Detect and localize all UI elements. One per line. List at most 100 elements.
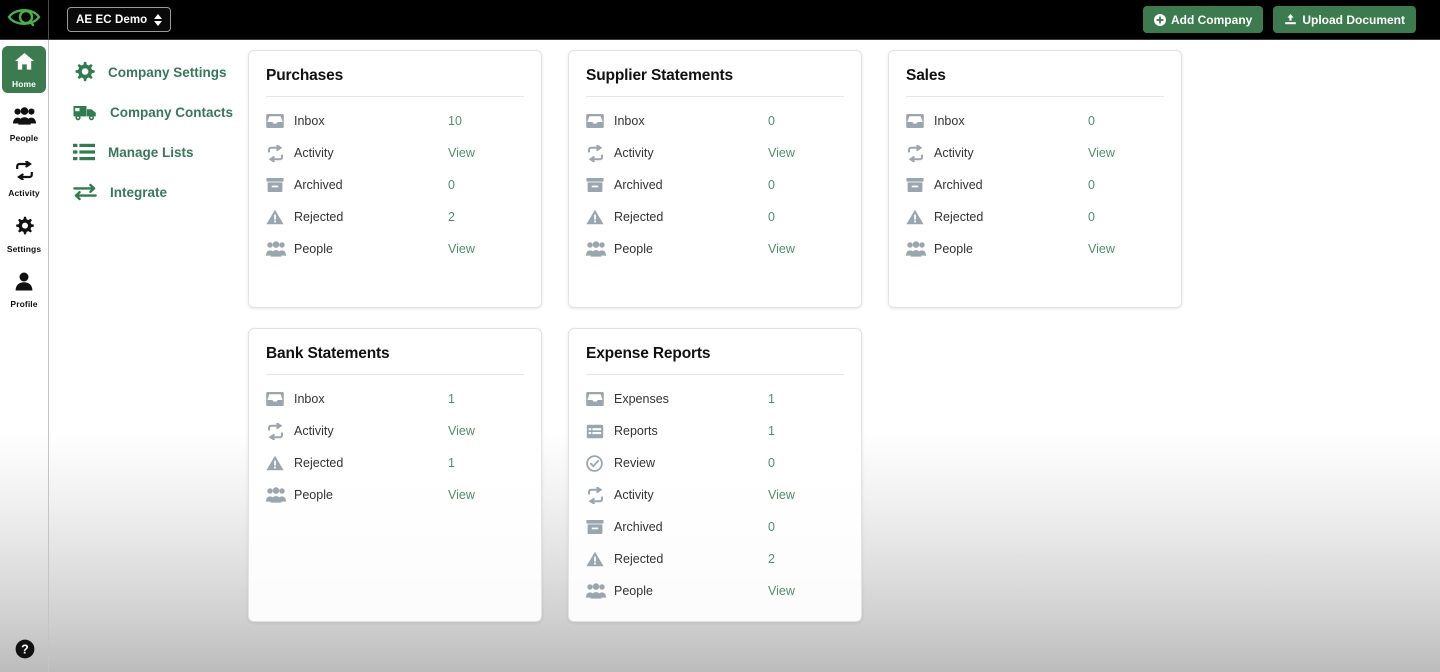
app-logo[interactable]: [0, 0, 49, 40]
card-row-item[interactable]: Inbox 1: [266, 383, 524, 415]
card-row-value[interactable]: View: [768, 488, 844, 502]
card-row-label: Archived: [614, 520, 663, 534]
card-row-item[interactable]: People View: [266, 479, 524, 511]
card-row-value[interactable]: View: [448, 242, 524, 256]
sidebar-item-profile-label: Profile: [10, 299, 38, 309]
chevron-updown-icon: [154, 13, 163, 26]
sidebar-item-home[interactable]: Home: [2, 46, 46, 93]
card-row-label: Inbox: [614, 114, 645, 128]
upload-document-label: Upload Document: [1302, 12, 1405, 27]
card-row-item[interactable]: Rejected 2: [586, 543, 844, 575]
sidebar-item-profile[interactable]: Profile: [2, 266, 46, 313]
check-circle-icon: [586, 454, 612, 472]
nav-item-company-contacts-label: Company Contacts: [110, 104, 234, 120]
card-row-item[interactable]: Rejected 0: [586, 201, 844, 233]
card-row-item[interactable]: People View: [586, 575, 844, 607]
inbox-icon: [266, 113, 292, 129]
card-row-value[interactable]: View: [1088, 146, 1164, 160]
card-row-item[interactable]: Activity View: [586, 479, 844, 511]
warning-icon: [906, 209, 932, 225]
card-row-value[interactable]: View: [448, 488, 524, 502]
card-row-label: People: [614, 242, 653, 256]
card-row-item[interactable]: Rejected 0: [906, 201, 1164, 233]
card-row-label: People: [934, 242, 973, 256]
card-row-item[interactable]: People View: [906, 233, 1164, 265]
card-row-item[interactable]: Activity View: [906, 137, 1164, 169]
nav-item-integrate[interactable]: Integrate: [73, 172, 238, 212]
inbox-icon: [586, 113, 612, 129]
card-row-label: Inbox: [294, 114, 325, 128]
card-row-item[interactable]: Inbox 10: [266, 105, 524, 137]
people-icon: [266, 241, 292, 257]
sidebar-item-people-label: People: [9, 133, 39, 143]
card-row-item[interactable]: Archived 0: [266, 169, 524, 201]
archive-icon: [586, 177, 612, 193]
nav-item-company-contacts[interactable]: Company Contacts: [73, 92, 238, 132]
sidebar-item-settings[interactable]: Settings: [2, 210, 46, 258]
card-row-label: Rejected: [294, 210, 344, 224]
card-row-label: Activity: [934, 146, 974, 160]
card-row-item[interactable]: Inbox 0: [906, 105, 1164, 137]
card-row-value: 1: [768, 424, 775, 438]
card-row-label: Review: [614, 456, 655, 470]
archive-icon: [586, 519, 612, 535]
card-title: Sales: [906, 67, 1164, 97]
card-row-value: 0: [1088, 210, 1095, 224]
card-supplier-statements: Supplier Statements Inbox 0 Activity Vie…: [568, 50, 862, 308]
sidebar-item-people[interactable]: People: [2, 101, 46, 147]
card-row-value: 0: [768, 520, 775, 534]
card-row-label: Activity: [614, 146, 654, 160]
card-row-item[interactable]: Activity View: [586, 137, 844, 169]
card-row-item[interactable]: Review 0: [586, 447, 844, 479]
card-row-item[interactable]: Reports 1: [586, 415, 844, 447]
left-icon-rail: Home People Activity Settings Profile ?: [0, 40, 49, 672]
card-row-label: People: [294, 488, 333, 502]
people-icon: [586, 241, 612, 257]
card-title: Supplier Statements: [586, 67, 844, 97]
upload-document-button[interactable]: Upload Document: [1273, 6, 1416, 33]
card-row-item[interactable]: Rejected 1: [266, 447, 524, 479]
warning-icon: [266, 455, 292, 471]
card-row-item[interactable]: Inbox 0: [586, 105, 844, 137]
card-row-item[interactable]: Archived 0: [586, 169, 844, 201]
card-row-value: 0: [1088, 178, 1095, 192]
card-row-value[interactable]: View: [448, 424, 524, 438]
card-row-item[interactable]: People View: [586, 233, 844, 265]
warning-icon: [586, 551, 612, 567]
card-sales: Sales Inbox 0 Activity View Archived 0 R…: [888, 50, 1182, 308]
gear-icon: [14, 216, 34, 241]
card-row-value[interactable]: View: [768, 242, 844, 256]
people-icon: [266, 487, 292, 503]
card-title: Expense Reports: [586, 345, 844, 375]
card-row-value[interactable]: View: [768, 146, 844, 160]
card-row-item[interactable]: Archived 0: [906, 169, 1164, 201]
company-selector[interactable]: AE EC Demo: [67, 7, 172, 32]
dashboard-cards: Purchases Inbox 10 Activity View Archive…: [248, 50, 1428, 622]
company-nav: Company Settings Company Contacts Manage…: [73, 52, 238, 212]
top-bar: AE EC Demo Add Company Upload Document: [0, 0, 1440, 40]
help-button[interactable]: ?: [0, 639, 49, 664]
card-row-value[interactable]: View: [448, 146, 524, 160]
card-row-item[interactable]: Archived 0: [586, 511, 844, 543]
inbox-icon: [266, 391, 292, 407]
card-row-label: Rejected: [934, 210, 984, 224]
card-purchases: Purchases Inbox 10 Activity View Archive…: [248, 50, 542, 308]
card-row-value[interactable]: View: [1088, 242, 1164, 256]
card-row-item[interactable]: Activity View: [266, 415, 524, 447]
card-row-label: People: [294, 242, 333, 256]
nav-item-company-settings[interactable]: Company Settings: [73, 52, 238, 92]
card-row-label: Rejected: [294, 456, 344, 470]
sidebar-item-activity[interactable]: Activity: [2, 155, 46, 202]
card-row-item[interactable]: People View: [266, 233, 524, 265]
profile-icon: [15, 272, 33, 296]
card-row-value[interactable]: View: [768, 584, 844, 598]
sidebar-item-activity-label: Activity: [8, 188, 40, 198]
card-row-item[interactable]: Expenses 1: [586, 383, 844, 415]
card-row-label: Archived: [934, 178, 983, 192]
nav-item-manage-lists[interactable]: Manage Lists: [73, 132, 238, 172]
plus-circle-icon: [1153, 13, 1166, 26]
add-company-button[interactable]: Add Company: [1142, 6, 1264, 33]
card-row-label: Activity: [294, 146, 334, 160]
card-row-item[interactable]: Activity View: [266, 137, 524, 169]
card-row-item[interactable]: Rejected 2: [266, 201, 524, 233]
